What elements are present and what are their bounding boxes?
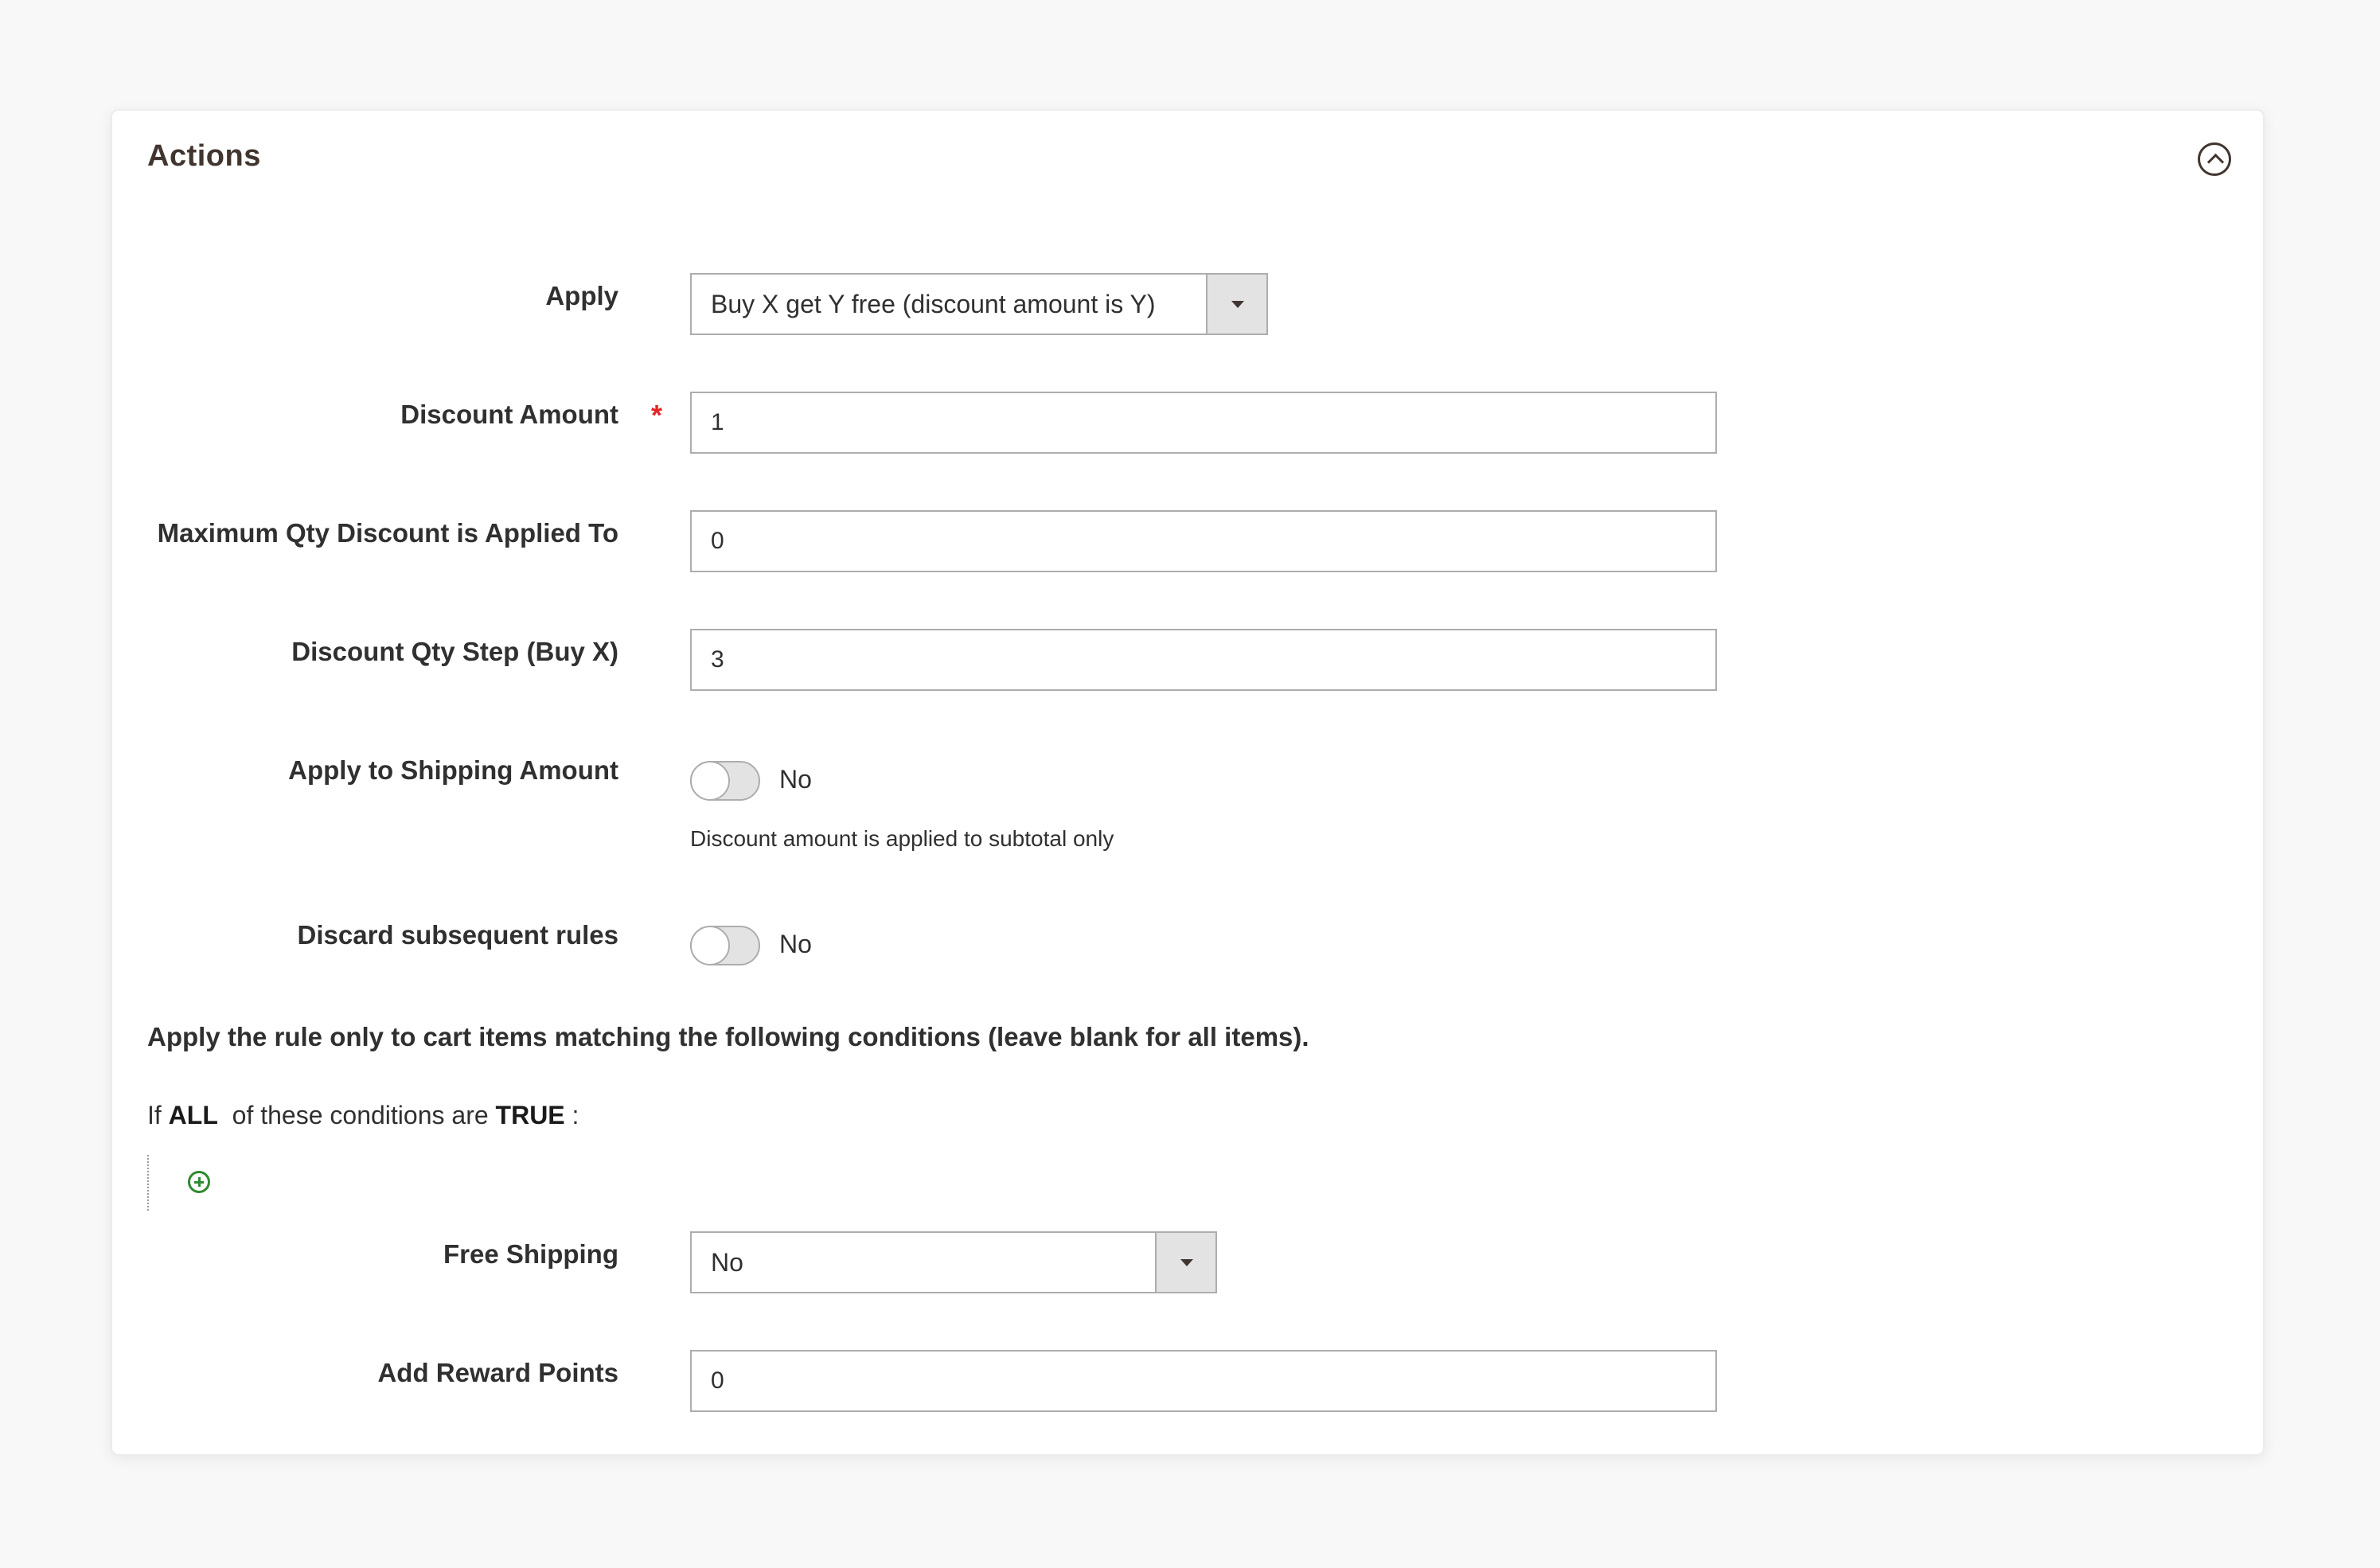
conditions-suffix: : bbox=[572, 1101, 579, 1129]
conditions-statement: If ALL of these conditions are TRUE : bbox=[147, 1101, 579, 1130]
discount-amount-input[interactable]: 1 bbox=[690, 392, 1717, 454]
chevron-down-icon[interactable] bbox=[1155, 1233, 1215, 1292]
chevron-down-icon[interactable] bbox=[1206, 275, 1266, 333]
discard-rules-toggle[interactable] bbox=[690, 926, 760, 965]
free-shipping-select[interactable]: No bbox=[690, 1231, 1217, 1293]
apply-shipping-label: Apply to Shipping Amount bbox=[288, 755, 618, 785]
apply-shipping-note: Discount amount is applied to subtotal o… bbox=[690, 826, 1114, 851]
reward-points-input[interactable]: 0 bbox=[690, 1350, 1717, 1412]
free-shipping-label: Free Shipping bbox=[443, 1239, 618, 1269]
apply-shipping-state: No bbox=[779, 765, 812, 794]
apply-label: Apply bbox=[545, 281, 618, 310]
add-condition-icon[interactable] bbox=[188, 1171, 210, 1193]
toggle-knob bbox=[690, 761, 730, 801]
conditions-prefix: If bbox=[147, 1101, 162, 1129]
actions-panel: Actions Apply Buy X get Y free (discount… bbox=[111, 109, 2265, 1456]
apply-select[interactable]: Buy X get Y free (discount amount is Y) bbox=[690, 273, 1268, 335]
conditions-aggregator[interactable]: ALL bbox=[169, 1101, 218, 1129]
collapse-icon[interactable] bbox=[2198, 142, 2231, 176]
reward-points-label: Add Reward Points bbox=[377, 1358, 618, 1387]
discard-rules-state: No bbox=[779, 930, 812, 958]
toggle-knob bbox=[690, 926, 730, 965]
apply-select-value: Buy X get Y free (discount amount is Y) bbox=[711, 290, 1156, 318]
max-qty-input[interactable]: 0 bbox=[690, 510, 1717, 572]
required-mark: * bbox=[651, 399, 663, 431]
apply-shipping-toggle[interactable] bbox=[690, 761, 760, 801]
qty-step-label: Discount Qty Step (Buy X) bbox=[291, 637, 618, 666]
discard-rules-label: Discard subsequent rules bbox=[297, 920, 618, 950]
conditions-value[interactable]: TRUE bbox=[496, 1101, 565, 1129]
panel-title: Actions bbox=[147, 139, 261, 173]
free-shipping-value: No bbox=[711, 1248, 743, 1277]
discount-amount-label: Discount Amount bbox=[400, 400, 618, 429]
max-qty-label: Maximum Qty Discount is Applied To bbox=[157, 518, 618, 548]
conditions-middle: of these conditions are bbox=[232, 1101, 489, 1129]
conditions-tree-line bbox=[147, 1155, 150, 1211]
conditions-intro: Apply the rule only to cart items matchi… bbox=[147, 1022, 1309, 1051]
qty-step-input[interactable]: 3 bbox=[690, 629, 1717, 691]
